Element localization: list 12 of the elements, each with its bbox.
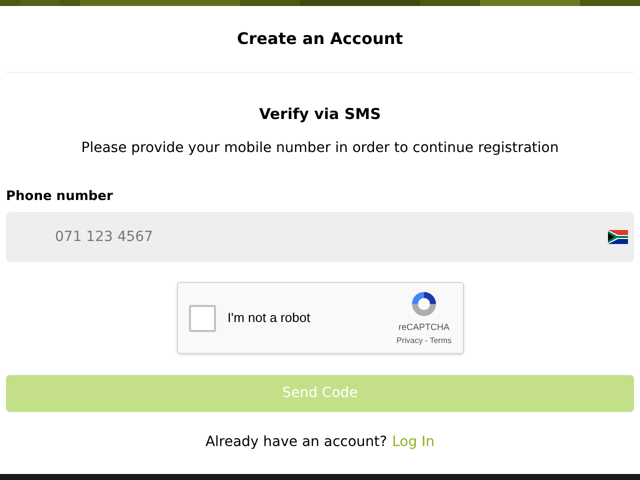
instruction-text: Please provide your mobile number in order to continue registration — [81, 138, 559, 158]
captcha-brand: reCAPTCHA — [398, 321, 450, 334]
login-prompt: Already have an account? — [205, 433, 388, 452]
captcha-label: I'm not a robot — [228, 309, 312, 328]
captcha-links[interactable]: Privacy - Terms — [396, 334, 452, 347]
dialog-title: Create an Account — [237, 28, 403, 50]
phone-field[interactable]: 071 123 4567 — [6, 212, 634, 262]
section-heading: Verify via SMS — [259, 104, 381, 125]
login-link[interactable]: Log In — [392, 432, 435, 453]
field-label: Phone number — [6, 188, 114, 206]
captcha-checkbox[interactable] — [188, 304, 216, 332]
flag-icon[interactable] — [608, 230, 628, 244]
